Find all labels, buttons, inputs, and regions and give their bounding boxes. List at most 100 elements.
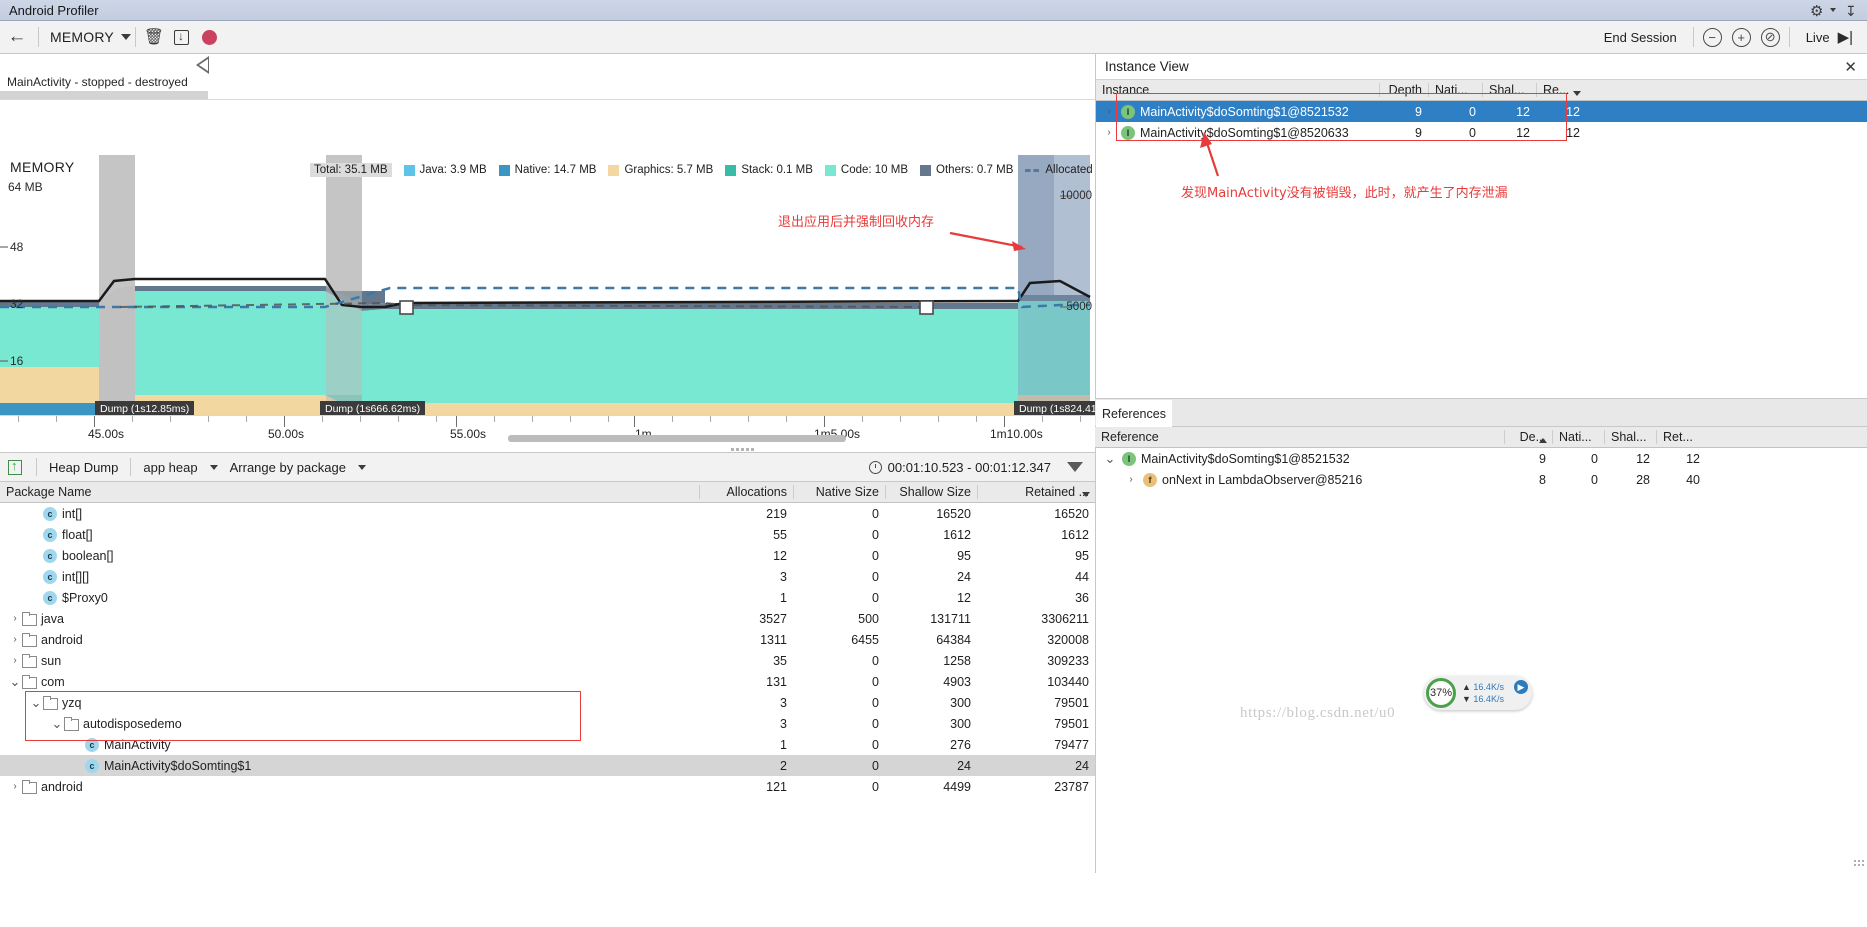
col-reference[interactable]: Reference [1095, 430, 1504, 444]
table-row[interactable]: › android 121 0 4499 23787 [0, 776, 1095, 797]
col-retained[interactable]: Re... [1536, 83, 1586, 97]
expand-icon[interactable]: ▶ [1514, 680, 1528, 694]
table-row[interactable]: › java 3527 500 131711 3306211 [0, 608, 1095, 629]
legend-code[interactable]: Code: 10 MB [824, 164, 908, 176]
col-native[interactable]: Nati... [1428, 83, 1482, 97]
col-native-size[interactable]: Native Size [793, 485, 885, 499]
col-native[interactable]: Nati... [1552, 430, 1604, 444]
chevron-right-icon[interactable]: › [8, 634, 22, 645]
dump-chip[interactable]: Dump (1s12.85ms) [95, 401, 195, 415]
col-depth[interactable]: De... [1504, 430, 1552, 444]
gear-icon[interactable] [1810, 4, 1823, 17]
chevron-down-icon[interactable]: ⌄ [1103, 451, 1117, 467]
legend-java[interactable]: Java: 3.9 MB [403, 164, 487, 176]
chevron-right-icon[interactable]: › [1102, 127, 1116, 138]
col-instance[interactable]: Instance [1096, 83, 1379, 97]
col-depth[interactable]: Depth [1379, 83, 1428, 97]
legend-others[interactable]: Others: 0.7 MB [920, 164, 1013, 176]
table-row[interactable]: c MainActivity 1 0 276 79477 [0, 734, 1095, 755]
upload-rate-value: 16.4K/s [1473, 682, 1504, 692]
col-retained[interactable]: Ret... [1656, 430, 1706, 444]
table-row[interactable]: c MainActivity$doSomting$1 2 0 24 24 [0, 755, 1095, 776]
instance-row[interactable]: › I MainActivity$doSomting$1@8521532 9 0 12 12 [1096, 101, 1867, 122]
col-package-name[interactable]: Package Name [0, 485, 699, 499]
chevron-right-icon[interactable]: › [8, 655, 22, 666]
arrange-select[interactable]: Arrange by package [224, 460, 352, 475]
session-selector-label[interactable]: MEMORY [43, 29, 121, 45]
memory-chart[interactable]: MEMORY 64 MB 48 32 16 10000 5000 Total: … [0, 155, 1095, 415]
cell-shallow-size: 24 [957, 569, 971, 584]
chevron-right-icon[interactable]: › [1124, 474, 1138, 485]
chevron-right-icon[interactable]: › [1102, 106, 1116, 117]
table-row[interactable]: › sun 35 0 1258 309233 [0, 650, 1095, 671]
minimize-icon[interactable] [1845, 4, 1858, 17]
y-tick-64: 64 MB [8, 180, 43, 194]
filter-icon[interactable] [1067, 462, 1083, 487]
x-tick-label: 1m10.00s [990, 427, 1043, 441]
trash-icon[interactable]: 🗑 [140, 23, 168, 51]
cell-native-size: 6455 [851, 632, 879, 647]
table-row[interactable]: c float[] 55 0 1612 1612 [0, 524, 1095, 545]
col-allocations[interactable]: Allocations [699, 485, 793, 499]
chevron-down-icon[interactable]: ⌄ [50, 716, 64, 732]
cell-shallow-size: 24 [957, 758, 971, 773]
cell-native-size: 0 [872, 674, 879, 689]
cell-allocations: 35 [773, 653, 787, 668]
instance-row[interactable]: › I MainActivity$doSomting$1@8520633 9 0 12 12 [1096, 122, 1867, 143]
cell-retained-size: 3306211 [1041, 611, 1089, 626]
goto-live-icon[interactable]: ▶| [1838, 28, 1857, 46]
close-icon[interactable]: ✕ [1844, 58, 1867, 76]
reset-zoom-icon[interactable]: ⊘ [1760, 27, 1780, 47]
col-shallow[interactable]: Shal... [1482, 83, 1536, 97]
col-retained-size[interactable]: Retained ... [977, 485, 1095, 499]
export-heap-dump-icon[interactable] [0, 458, 30, 475]
dump-chip[interactable]: Dump (1s666.62ms) [320, 401, 426, 415]
table-row[interactable]: ⌄ yzq 3 0 300 79501 [0, 692, 1095, 713]
end-session-button[interactable]: End Session [1592, 30, 1689, 45]
back-icon[interactable]: ← [0, 21, 34, 53]
package-label: android [41, 632, 83, 647]
chevron-right-icon[interactable]: › [8, 613, 22, 624]
chevron-down-icon[interactable] [357, 464, 366, 470]
record-icon[interactable] [196, 23, 224, 51]
legend-native[interactable]: Native: 14.7 MB [498, 164, 596, 176]
reference-row[interactable]: ⌄ I MainActivity$doSomting$1@8521532 9 0 12 12 [1095, 448, 1867, 469]
timeline-scrollbar[interactable] [508, 435, 846, 442]
cell-package-name: c MainActivity [0, 737, 699, 752]
legend-allocated[interactable]: Allocated [1025, 164, 1093, 176]
chevron-down-icon[interactable]: ⌄ [8, 674, 22, 690]
zoom-in-icon[interactable]: + [1731, 27, 1751, 47]
col-shallow-size[interactable]: Shallow Size [885, 485, 977, 499]
resize-grip[interactable] [1853, 859, 1865, 871]
save-heap-dump-icon[interactable] [168, 23, 196, 51]
cell-retained-size: 24 [1075, 758, 1089, 773]
table-row[interactable]: › android 1311 6455 64384 320008 [0, 629, 1095, 650]
zoom-out-icon[interactable]: − [1702, 27, 1722, 47]
legend-graphics[interactable]: Graphics: 5.7 MB [608, 164, 713, 176]
chevron-down-icon[interactable] [209, 464, 218, 470]
tab-references[interactable]: References [1096, 400, 1172, 427]
heap-select[interactable]: app heap [137, 460, 203, 475]
chevron-right-icon[interactable]: › [8, 781, 22, 792]
table-row[interactable]: c boolean[] 12 0 95 95 [0, 545, 1095, 566]
chevron-down-icon[interactable] [1830, 8, 1836, 12]
table-row[interactable]: c int[] 219 0 16520 16520 [0, 503, 1095, 524]
network-status-badge[interactable]: 37% ▲ 16.4K/s ▼ 16.4K/s ▶ [1424, 676, 1532, 710]
cell-depth: 8 [1539, 472, 1546, 487]
legend-swatch-graphics [608, 164, 620, 176]
class-icon: c [43, 569, 57, 584]
toolbar-divider [1692, 27, 1694, 47]
reference-row[interactable]: › f onNext in LambdaObserver@85216 8 0 28 40 [1095, 469, 1867, 490]
toolbar-divider [134, 27, 136, 47]
table-row[interactable]: c int[][] 3 0 24 44 [0, 566, 1095, 587]
table-row[interactable]: ⌄ autodisposedemo 3 0 300 79501 [0, 713, 1095, 734]
table-row[interactable]: c $Proxy0 1 0 12 36 [0, 587, 1095, 608]
chevron-down-icon[interactable] [120, 34, 131, 40]
cell-retained: 12 [1686, 451, 1700, 466]
dump-chip[interactable]: Dump (1s824.41ms) [1014, 401, 1095, 415]
col-shallow[interactable]: Shal... [1604, 430, 1656, 444]
instance-view-header: Instance View ✕ [1096, 54, 1867, 80]
legend-stack[interactable]: Stack: 0.1 MB [725, 164, 813, 176]
table-row[interactable]: ⌄ com 131 0 4903 103440 [0, 671, 1095, 692]
chevron-down-icon[interactable]: ⌄ [29, 695, 43, 711]
